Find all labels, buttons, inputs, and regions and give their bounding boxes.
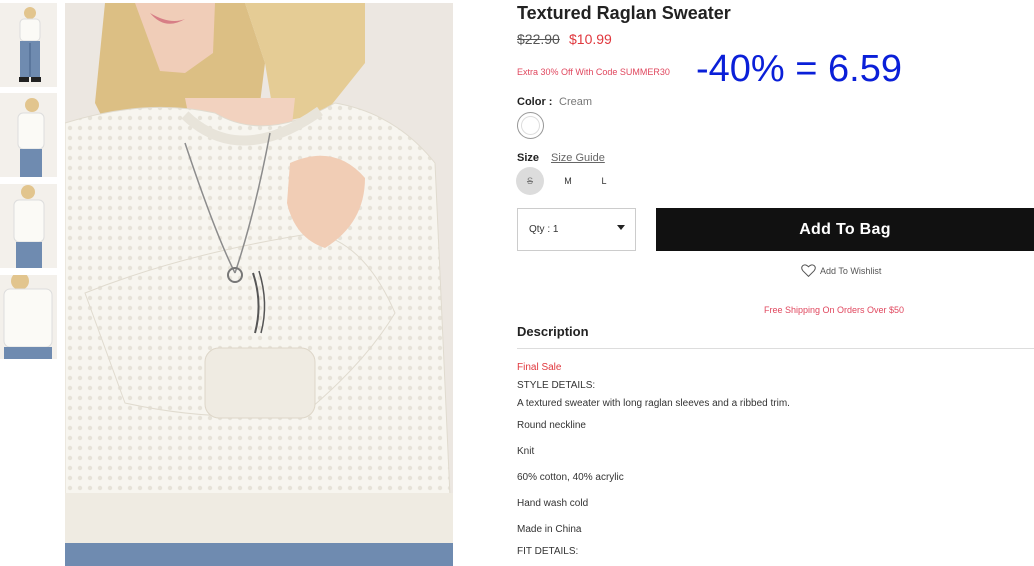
detail-care: Hand wash cold xyxy=(517,498,589,509)
original-price: $22.90 xyxy=(517,31,560,47)
thumbnail-2[interactable] xyxy=(0,93,57,177)
dropdown-arrow-icon xyxy=(617,225,625,230)
thumbnail-1[interactable] xyxy=(0,3,57,87)
add-to-bag-button[interactable]: Add To Bag xyxy=(656,208,1034,251)
size-label: Size xyxy=(517,152,540,164)
size-guide-link[interactable]: Size Guide xyxy=(551,152,605,164)
size-option-s[interactable]: S xyxy=(516,167,544,195)
fit-details-heading: FIT DETAILS: xyxy=(517,546,579,557)
price-annotation: -40% = 6.59 xyxy=(696,48,902,90)
wishlist-label: Add To Wishlist xyxy=(820,265,882,276)
detail-material-type: Knit xyxy=(517,446,535,457)
description-text: A textured sweater with long raglan slee… xyxy=(517,398,790,409)
main-product-image xyxy=(65,3,453,566)
free-shipping-notice: Free Shipping On Orders Over $50 xyxy=(764,305,905,315)
color-value: Cream xyxy=(559,96,593,108)
description-heading: Description xyxy=(517,324,589,339)
detail-composition: 60% cotton, 40% acrylic xyxy=(517,472,624,483)
color-label: Color : xyxy=(517,96,553,108)
heart-icon xyxy=(801,264,816,277)
quantity-select[interactable]: Qty : 1 xyxy=(517,208,636,251)
promo-code-text: Extra 30% Off With Code SUMMER30 xyxy=(517,67,670,77)
final-sale-label: Final Sale xyxy=(517,362,562,373)
detail-neckline: Round neckline xyxy=(517,420,586,431)
color-swatch-cream[interactable] xyxy=(517,112,544,139)
size-option-l[interactable]: L xyxy=(590,167,618,195)
size-option-m[interactable]: M xyxy=(554,167,582,195)
thumbnail-4[interactable] xyxy=(0,275,57,359)
description-divider xyxy=(517,348,1034,349)
quantity-label: Qty : 1 xyxy=(529,224,559,235)
style-details-heading: STYLE DETAILS: xyxy=(517,380,596,391)
detail-origin: Made in China xyxy=(517,524,582,535)
add-to-wishlist-link[interactable]: Add To Wishlist xyxy=(801,264,881,277)
thumbnail-3[interactable] xyxy=(0,184,57,268)
product-title: Textured Raglan Sweater xyxy=(517,3,731,23)
sale-price: $10.99 xyxy=(569,31,612,47)
